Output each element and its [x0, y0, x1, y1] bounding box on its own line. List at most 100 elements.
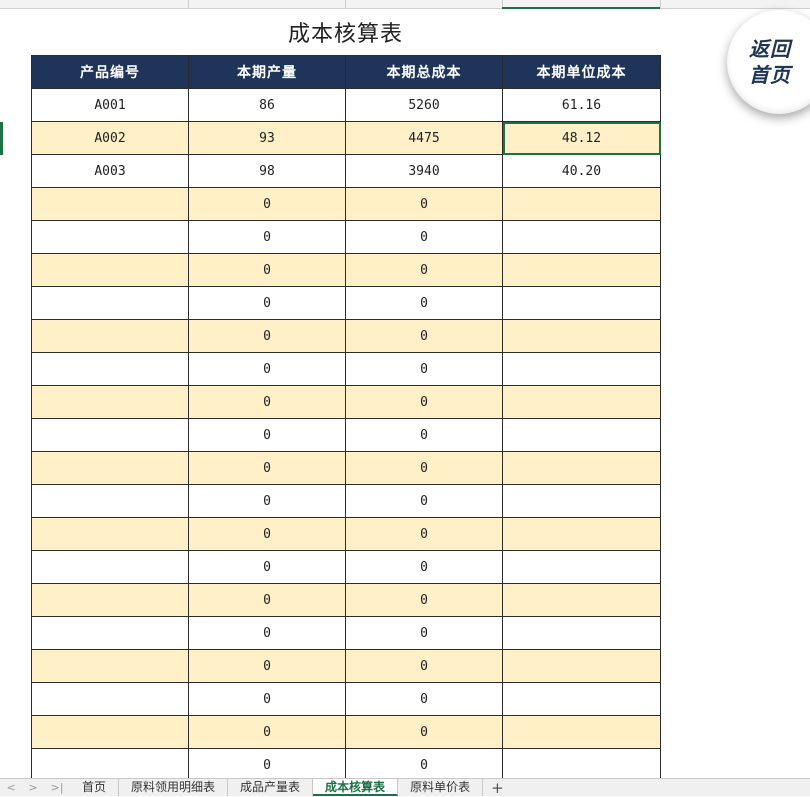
product-code-cell[interactable]: [31, 682, 189, 716]
output-cell[interactable]: 0: [188, 187, 346, 221]
sheet-tab[interactable]: 原料单价表: [398, 779, 484, 796]
sheet-tab[interactable]: 首页: [70, 779, 120, 796]
unit-cost-cell[interactable]: [502, 682, 661, 716]
unit-cost-cell[interactable]: [502, 418, 661, 452]
product-code-cell[interactable]: [31, 550, 189, 584]
product-code-cell[interactable]: [31, 286, 189, 320]
column-header-product-code[interactable]: 产品编号: [31, 55, 189, 89]
output-cell[interactable]: 0: [188, 715, 346, 749]
total-cost-cell[interactable]: 0: [345, 583, 503, 617]
product-code-cell[interactable]: [31, 451, 189, 485]
product-code-cell[interactable]: [31, 220, 189, 254]
unit-cost-cell[interactable]: [502, 616, 661, 650]
last-sheet-icon[interactable]: >|: [51, 781, 64, 794]
product-code-cell[interactable]: [31, 418, 189, 452]
sheet-tab[interactable]: 原料领用明细表: [119, 779, 229, 796]
total-cost-cell[interactable]: 0: [345, 418, 503, 452]
unit-cost-cell[interactable]: [502, 517, 661, 551]
total-cost-cell[interactable]: 5260: [345, 88, 503, 122]
total-cost-cell[interactable]: 0: [345, 451, 503, 485]
product-code-cell[interactable]: [31, 616, 189, 650]
total-cost-cell[interactable]: 0: [345, 649, 503, 683]
unit-cost-cell[interactable]: [502, 220, 661, 254]
total-cost-cell[interactable]: 0: [345, 715, 503, 749]
total-cost-cell[interactable]: 0: [345, 187, 503, 221]
total-cost-cell[interactable]: 0: [345, 352, 503, 386]
product-code-cell[interactable]: [31, 352, 189, 386]
unit-cost-cell[interactable]: [502, 451, 661, 485]
output-cell[interactable]: 0: [188, 220, 346, 254]
first-sheet-icon[interactable]: <: [6, 781, 15, 794]
unit-cost-cell[interactable]: [502, 319, 661, 353]
output-cell[interactable]: 0: [188, 583, 346, 617]
table-row: 00: [31, 418, 661, 452]
column-header-output[interactable]: 本期产量: [188, 55, 346, 89]
total-cost-cell[interactable]: 3940: [345, 154, 503, 188]
output-cell[interactable]: 0: [188, 649, 346, 683]
output-cell[interactable]: 0: [188, 286, 346, 320]
output-cell[interactable]: 0: [188, 451, 346, 485]
total-cost-cell[interactable]: 4475: [345, 121, 503, 155]
unit-cost-cell[interactable]: [502, 253, 661, 287]
unit-cost-cell[interactable]: [502, 583, 661, 617]
column-header-total-cost[interactable]: 本期总成本: [345, 55, 503, 89]
unit-cost-cell[interactable]: [502, 649, 661, 683]
total-cost-cell[interactable]: 0: [345, 220, 503, 254]
unit-cost-cell[interactable]: [502, 550, 661, 584]
sheet-tab[interactable]: 成本核算表: [313, 779, 399, 796]
output-cell[interactable]: 0: [188, 484, 346, 518]
product-code-cell[interactable]: [31, 583, 189, 617]
product-code-cell[interactable]: [31, 253, 189, 287]
unit-cost-cell[interactable]: [502, 187, 661, 221]
total-cost-cell[interactable]: 0: [345, 319, 503, 353]
product-code-cell[interactable]: A002: [31, 121, 189, 155]
product-code-cell[interactable]: [31, 517, 189, 551]
unit-cost-cell[interactable]: 48.12: [502, 121, 661, 155]
product-code-cell[interactable]: A001: [31, 88, 189, 122]
product-code-cell[interactable]: [31, 484, 189, 518]
total-cost-cell[interactable]: 0: [345, 253, 503, 287]
table-header-row: 产品编号 本期产量 本期总成本 本期单位成本: [31, 55, 661, 89]
total-cost-cell[interactable]: 0: [345, 517, 503, 551]
product-code-cell[interactable]: [31, 385, 189, 419]
output-cell[interactable]: 0: [188, 253, 346, 287]
product-code-cell[interactable]: [31, 187, 189, 221]
total-cost-cell[interactable]: 0: [345, 682, 503, 716]
output-cell[interactable]: 0: [188, 748, 346, 782]
total-cost-cell[interactable]: 0: [345, 385, 503, 419]
unit-cost-cell[interactable]: [502, 286, 661, 320]
output-cell[interactable]: 0: [188, 319, 346, 353]
product-code-cell[interactable]: [31, 649, 189, 683]
unit-cost-cell[interactable]: [502, 715, 661, 749]
total-cost-cell[interactable]: 0: [345, 616, 503, 650]
product-code-cell[interactable]: [31, 748, 189, 782]
return-home-button[interactable]: 返回 首页: [727, 10, 810, 114]
product-code-cell[interactable]: A003: [31, 154, 189, 188]
output-cell[interactable]: 0: [188, 616, 346, 650]
output-cell[interactable]: 0: [188, 352, 346, 386]
total-cost-cell[interactable]: 0: [345, 550, 503, 584]
add-sheet-icon[interactable]: +: [483, 779, 512, 797]
sheet-tab[interactable]: 成品产量表: [228, 779, 314, 796]
total-cost-cell[interactable]: 0: [345, 748, 503, 782]
product-code-cell[interactable]: [31, 715, 189, 749]
output-cell[interactable]: 0: [188, 550, 346, 584]
output-cell[interactable]: 93: [188, 121, 346, 155]
output-cell[interactable]: 0: [188, 385, 346, 419]
unit-cost-cell[interactable]: [502, 748, 661, 782]
unit-cost-cell[interactable]: 40.20: [502, 154, 661, 188]
column-header-unit-cost[interactable]: 本期单位成本: [502, 55, 661, 89]
output-cell[interactable]: 98: [188, 154, 346, 188]
output-cell[interactable]: 0: [188, 682, 346, 716]
output-cell[interactable]: 0: [188, 517, 346, 551]
next-sheet-icon[interactable]: >: [29, 781, 38, 794]
unit-cost-cell[interactable]: [502, 385, 661, 419]
unit-cost-cell[interactable]: [502, 484, 661, 518]
unit-cost-cell[interactable]: [502, 352, 661, 386]
total-cost-cell[interactable]: 0: [345, 484, 503, 518]
output-cell[interactable]: 0: [188, 418, 346, 452]
product-code-cell[interactable]: [31, 319, 189, 353]
unit-cost-cell[interactable]: 61.16: [502, 88, 661, 122]
total-cost-cell[interactable]: 0: [345, 286, 503, 320]
output-cell[interactable]: 86: [188, 88, 346, 122]
